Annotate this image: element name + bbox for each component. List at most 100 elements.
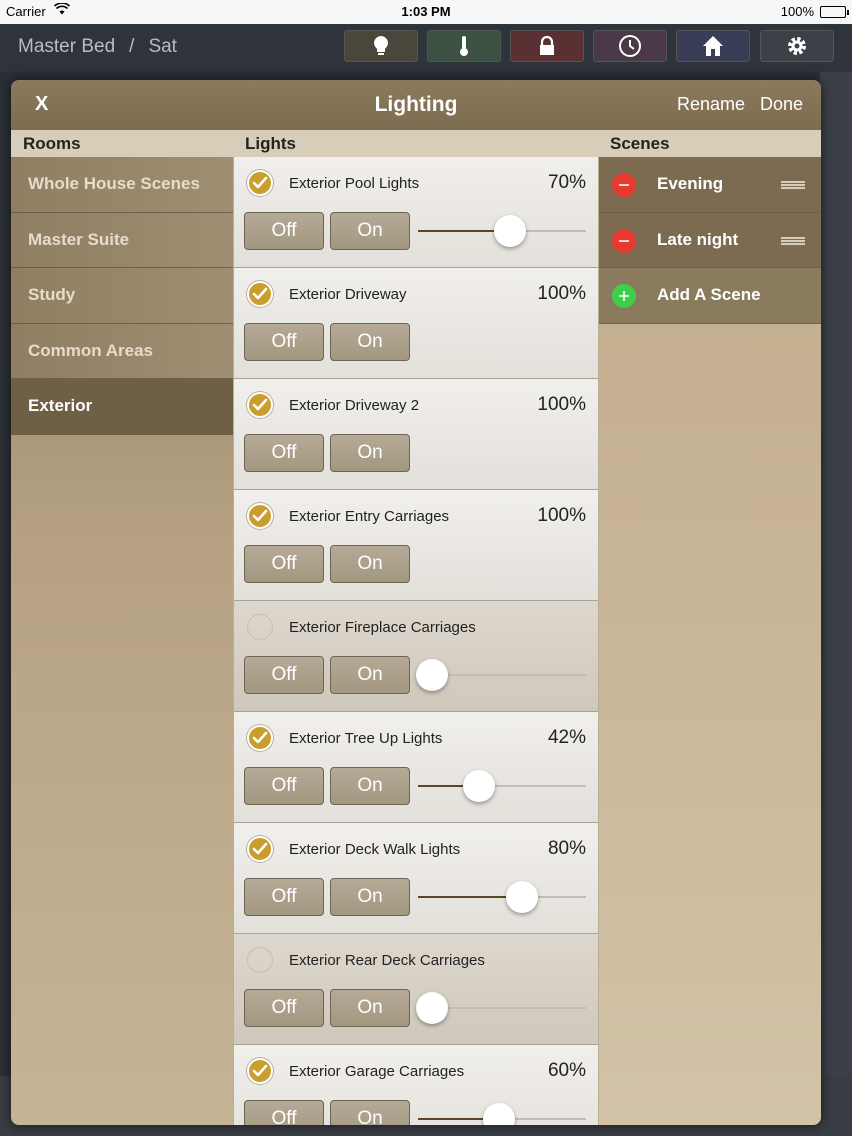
light-off-button[interactable]: Off: [244, 989, 324, 1027]
light-off-button[interactable]: Off: [244, 656, 324, 694]
light-on-button[interactable]: On: [330, 656, 410, 694]
dimmer-slider[interactable]: [418, 881, 586, 913]
light-on-button[interactable]: On: [330, 434, 410, 472]
light-off-button[interactable]: Off: [244, 212, 324, 250]
light-percent: 100%: [537, 394, 586, 415]
scene-item[interactable]: Late night: [599, 212, 821, 268]
security-tab-button[interactable]: [510, 30, 584, 62]
light-name: Exterior Deck Walk Lights: [289, 841, 461, 858]
light-on-button[interactable]: On: [330, 545, 410, 583]
light-name: Exterior Rear Deck Carriages: [289, 952, 485, 969]
light-on-button[interactable]: On: [330, 212, 410, 250]
light-on-button[interactable]: On: [330, 767, 410, 805]
home-icon: [703, 36, 723, 56]
checkmark-icon[interactable]: [247, 281, 273, 307]
light-off-button[interactable]: Off: [244, 1100, 324, 1125]
close-button[interactable]: X: [35, 93, 48, 116]
room-item[interactable]: Master Suite: [11, 212, 233, 268]
done-button[interactable]: Done: [760, 94, 803, 115]
lighting-tab-button[interactable]: [344, 30, 418, 62]
climate-tab-button[interactable]: [427, 30, 501, 62]
minus-icon[interactable]: [612, 173, 636, 197]
checkmark-icon[interactable]: [247, 503, 273, 529]
schedule-tab-button[interactable]: [593, 30, 667, 62]
room-item[interactable]: Exterior: [11, 379, 233, 435]
light-on-button[interactable]: On: [330, 989, 410, 1027]
breadcrumb-day[interactable]: Sat: [148, 36, 177, 57]
slider-thumb[interactable]: [416, 992, 448, 1024]
empty-circle-icon[interactable]: [247, 947, 273, 973]
slider-thumb[interactable]: [416, 659, 448, 691]
checkmark-icon[interactable]: [247, 836, 273, 862]
light-off-button[interactable]: Off: [244, 878, 324, 916]
lights-list: Exterior Pool Lights 70% Off On Exterior Dri…: [233, 157, 599, 1125]
room-label: Master Suite: [28, 229, 130, 249]
plus-icon[interactable]: [612, 284, 636, 308]
light-on-button[interactable]: On: [330, 878, 410, 916]
light-row: Exterior Driveway 100% Off On: [234, 268, 598, 379]
minus-icon[interactable]: [612, 228, 636, 253]
empty-circle-icon[interactable]: [247, 614, 273, 640]
battery-percent: 100%: [780, 4, 814, 19]
column-headers: Rooms Lights Scenes: [11, 130, 821, 157]
light-off-button[interactable]: Off: [244, 767, 324, 805]
room-item[interactable]: Common Areas: [11, 323, 233, 379]
top-nav: Master Bed / Sat: [0, 24, 852, 72]
light-off-button[interactable]: Off: [244, 323, 324, 361]
light-name: Exterior Tree Up Lights: [289, 730, 443, 747]
scene-label: Evening: [657, 174, 724, 193]
dimmer-slider[interactable]: [418, 1103, 586, 1125]
scene-item[interactable]: Evening: [599, 157, 821, 213]
checkmark-icon[interactable]: [247, 1058, 273, 1084]
room-item[interactable]: Study: [11, 268, 233, 324]
light-percent: 60%: [547, 1060, 586, 1081]
clock-time: 1:03 PM: [401, 4, 451, 19]
light-row: Exterior Rear Deck Carriages Off On: [234, 934, 598, 1045]
light-row: Exterior Garage Carriages 60% Off On: [234, 1045, 598, 1125]
light-row: Exterior Driveway 2 100% Off On: [234, 379, 598, 490]
breadcrumb-room[interactable]: Master Bed: [18, 36, 115, 57]
light-row: Exterior Deck Walk Lights 80% Off On: [234, 823, 598, 934]
dimmer-slider[interactable]: [416, 659, 586, 691]
dimmer-slider[interactable]: [418, 770, 586, 802]
home-tab-button[interactable]: [676, 30, 750, 62]
slider-thumb[interactable]: [463, 770, 495, 802]
room-label: Study: [28, 285, 76, 305]
checkmark-icon[interactable]: [247, 170, 273, 196]
settings-tab-button[interactable]: [760, 30, 834, 62]
slider-thumb[interactable]: [494, 215, 526, 247]
light-name: Exterior Garage Carriages: [289, 1063, 465, 1080]
reorder-handle-icon[interactable]: [781, 236, 805, 245]
dimmer-slider[interactable]: [416, 992, 586, 1024]
lights-header: Lights: [245, 134, 296, 153]
room-item[interactable]: Whole House Scenes: [11, 157, 233, 213]
light-percent: 100%: [537, 283, 586, 304]
status-bar: Carrier 1:03 PM 100%: [0, 0, 852, 24]
light-name: Exterior Pool Lights: [289, 175, 420, 192]
dimmer-slider[interactable]: [418, 215, 586, 247]
battery-icon: [820, 6, 849, 18]
light-percent: 70%: [547, 172, 586, 193]
rename-button[interactable]: Rename: [677, 94, 745, 115]
light-off-button[interactable]: Off: [244, 545, 324, 583]
room-label: Whole House Scenes: [28, 174, 200, 194]
slider-thumb[interactable]: [506, 881, 538, 913]
scene-label: Late night: [657, 229, 739, 249]
lighting-modal: X Lighting Rename Done Rooms Lights Scen…: [11, 80, 821, 1125]
reorder-handle-icon[interactable]: [781, 181, 805, 189]
light-row: Exterior Fireplace Carriages Off On: [234, 601, 598, 712]
light-row: Exterior Pool Lights 70% Off On: [234, 157, 598, 268]
light-percent: 42%: [547, 727, 586, 748]
slider-thumb[interactable]: [483, 1103, 515, 1125]
light-row: Exterior Entry Carriages 100% Off On: [234, 490, 598, 601]
light-on-button[interactable]: On: [330, 1100, 410, 1125]
light-on-button[interactable]: On: [330, 323, 410, 361]
checkmark-icon[interactable]: [247, 392, 273, 418]
add-scene-item[interactable]: Add A Scene: [599, 268, 821, 324]
light-percent: 100%: [537, 505, 586, 526]
thermometer-icon: [460, 36, 468, 56]
checkmark-icon[interactable]: [247, 725, 273, 751]
scene-label: Add A Scene: [657, 285, 761, 304]
light-off-button[interactable]: Off: [244, 434, 324, 472]
background-panel: [820, 72, 852, 1136]
